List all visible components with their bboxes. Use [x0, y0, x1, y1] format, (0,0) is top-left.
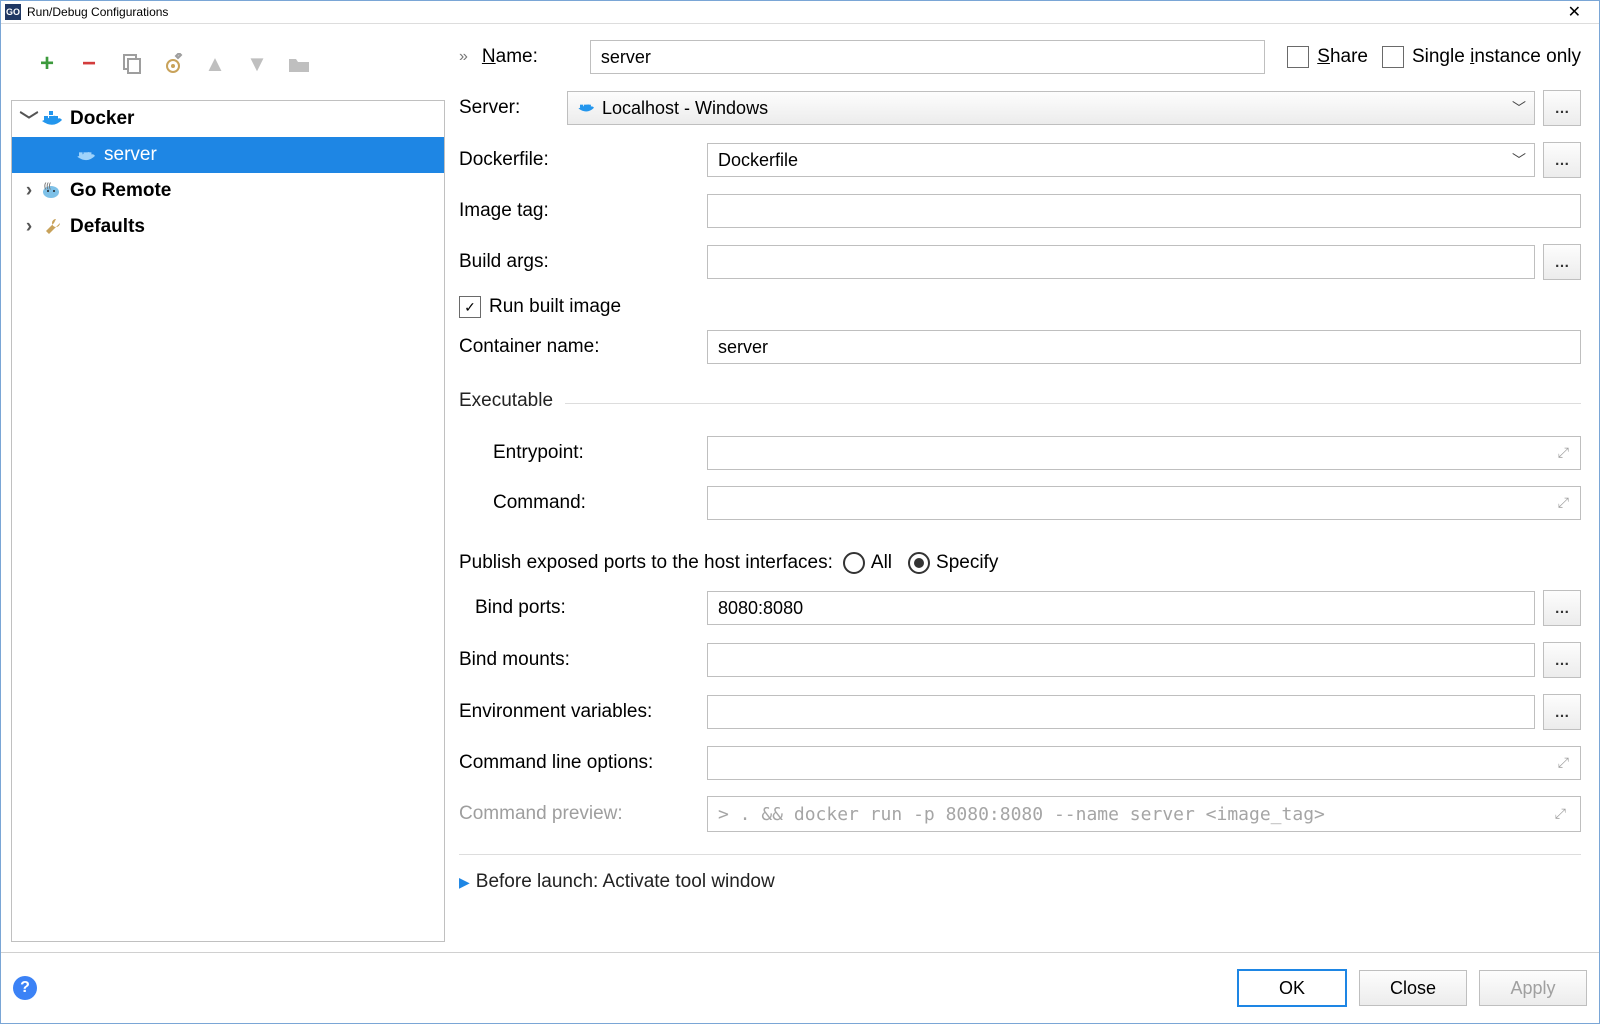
- entrypoint-label: Entrypoint:: [459, 442, 707, 464]
- publish-ports-label: Publish exposed ports to the host interf…: [459, 552, 833, 574]
- copy-button[interactable]: [119, 52, 143, 76]
- triangle-right-icon: ▶: [459, 874, 470, 891]
- tree-node-label: Defaults: [70, 216, 145, 238]
- env-vars-input[interactable]: [707, 695, 1535, 729]
- close-button[interactable]: Close: [1359, 970, 1467, 1006]
- server-label: Server:: [459, 97, 567, 119]
- cmd-preview-box: > . && docker run -p 8080:8080 --name se…: [707, 796, 1581, 832]
- ports-specify-label: Specify: [936, 552, 998, 574]
- bind-ports-input[interactable]: [707, 591, 1535, 625]
- help-button[interactable]: ?: [13, 976, 37, 1000]
- bind-ports-label: Bind ports:: [459, 597, 707, 619]
- expand-icon[interactable]: ⤢: [1558, 754, 1569, 771]
- expand-icon[interactable]: ⤢: [1555, 806, 1566, 822]
- bind-ports-browse-button[interactable]: …: [1543, 590, 1581, 626]
- tree-node-docker[interactable]: ﹀ Docker: [12, 101, 444, 137]
- go-remote-icon: (((: [42, 182, 64, 200]
- apply-button[interactable]: Apply: [1479, 970, 1587, 1006]
- expand-icon[interactable]: ⤢: [1558, 444, 1569, 461]
- share-checkbox[interactable]: [1287, 46, 1309, 68]
- build-args-input[interactable]: [707, 245, 1535, 279]
- ports-all-radio[interactable]: [843, 552, 865, 574]
- bind-mounts-input[interactable]: [707, 643, 1535, 677]
- before-launch-section[interactable]: ▶ Before launch: Activate tool window: [459, 871, 1581, 893]
- dockerfile-label: Dockerfile:: [459, 149, 707, 171]
- name-label: Name:: [482, 46, 590, 68]
- cmd-preview-label: Command preview:: [459, 803, 707, 825]
- docker-icon: [76, 147, 98, 163]
- expand-icon[interactable]: ⤢: [1558, 494, 1569, 511]
- build-args-label: Build args:: [459, 251, 707, 273]
- executable-section-label: Executable: [459, 390, 553, 412]
- run-built-image-checkbox[interactable]: ✓: [459, 296, 481, 318]
- titlebar: GO Run/Debug Configurations ✕: [1, 1, 1599, 24]
- share-label: Share: [1317, 46, 1368, 68]
- entrypoint-input[interactable]: [707, 436, 1581, 470]
- command-input[interactable]: [707, 486, 1581, 520]
- tree-toolbar: + − ▲ ▼: [11, 34, 451, 100]
- app-icon: GO: [5, 4, 21, 20]
- wrench-icon: [42, 217, 64, 237]
- ports-all-label: All: [871, 552, 892, 574]
- close-icon[interactable]: ✕: [1568, 2, 1581, 22]
- tree-node-go-remote[interactable]: › ((( Go Remote: [12, 173, 444, 209]
- ok-button[interactable]: OK: [1237, 969, 1347, 1007]
- ports-specify-radio[interactable]: [908, 552, 930, 574]
- tree-node-label: Go Remote: [70, 180, 171, 202]
- run-built-image-label: Run built image: [489, 296, 621, 318]
- command-label: Command:: [459, 492, 707, 514]
- tree-node-defaults[interactable]: › Defaults: [12, 209, 444, 245]
- chevron-down-icon: ﹀: [1512, 150, 1526, 170]
- bind-mounts-label: Bind mounts:: [459, 649, 707, 671]
- bind-mounts-browse-button[interactable]: …: [1543, 642, 1581, 678]
- build-args-browse-button[interactable]: …: [1543, 244, 1581, 280]
- image-tag-input[interactable]: [707, 194, 1581, 228]
- config-tree[interactable]: ﹀ Docker server › (((: [11, 100, 445, 942]
- add-button[interactable]: +: [35, 52, 59, 76]
- dockerfile-value: Dockerfile: [718, 150, 798, 171]
- container-name-label: Container name:: [459, 336, 707, 358]
- before-launch-label: Before launch: Activate tool window: [476, 871, 775, 893]
- image-tag-label: Image tag:: [459, 200, 707, 222]
- cmd-preview-text: > . && docker run -p 8080:8080 --name se…: [718, 804, 1325, 825]
- window-title: Run/Debug Configurations: [27, 5, 168, 19]
- name-input[interactable]: [590, 40, 1265, 74]
- tree-node-label: server: [104, 144, 157, 166]
- move-up-button[interactable]: ▲: [203, 52, 227, 76]
- server-value: Localhost - Windows: [602, 98, 768, 119]
- chevron-right-icon: ›: [20, 216, 38, 238]
- move-down-button[interactable]: ▼: [245, 52, 269, 76]
- settings-button[interactable]: [161, 52, 185, 76]
- svg-text:(((: (((: [44, 183, 52, 190]
- overflow-icon[interactable]: »: [459, 48, 468, 66]
- env-vars-label: Environment variables:: [459, 701, 707, 723]
- tree-node-server[interactable]: server: [12, 137, 444, 173]
- cli-options-input[interactable]: [707, 746, 1581, 780]
- single-instance-label: Single instance only: [1412, 46, 1581, 68]
- chevron-down-icon: ﹀: [1512, 98, 1526, 118]
- cli-options-label: Command line options:: [459, 752, 707, 774]
- docker-icon: [42, 110, 64, 128]
- server-browse-button[interactable]: …: [1543, 90, 1581, 126]
- chevron-down-icon: ﹀: [20, 106, 38, 133]
- dockerfile-browse-button[interactable]: …: [1543, 142, 1581, 178]
- dockerfile-dropdown[interactable]: Dockerfile ﹀: [707, 143, 1535, 177]
- chevron-right-icon: ›: [20, 180, 38, 202]
- tree-node-label: Docker: [70, 108, 134, 130]
- env-vars-browse-button[interactable]: …: [1543, 694, 1581, 730]
- docker-icon: [578, 98, 596, 119]
- server-dropdown[interactable]: Localhost - Windows ﹀: [567, 91, 1535, 125]
- single-instance-checkbox[interactable]: [1382, 46, 1404, 68]
- container-name-input[interactable]: [707, 330, 1581, 364]
- folder-button[interactable]: [287, 52, 311, 76]
- remove-button[interactable]: −: [77, 52, 101, 76]
